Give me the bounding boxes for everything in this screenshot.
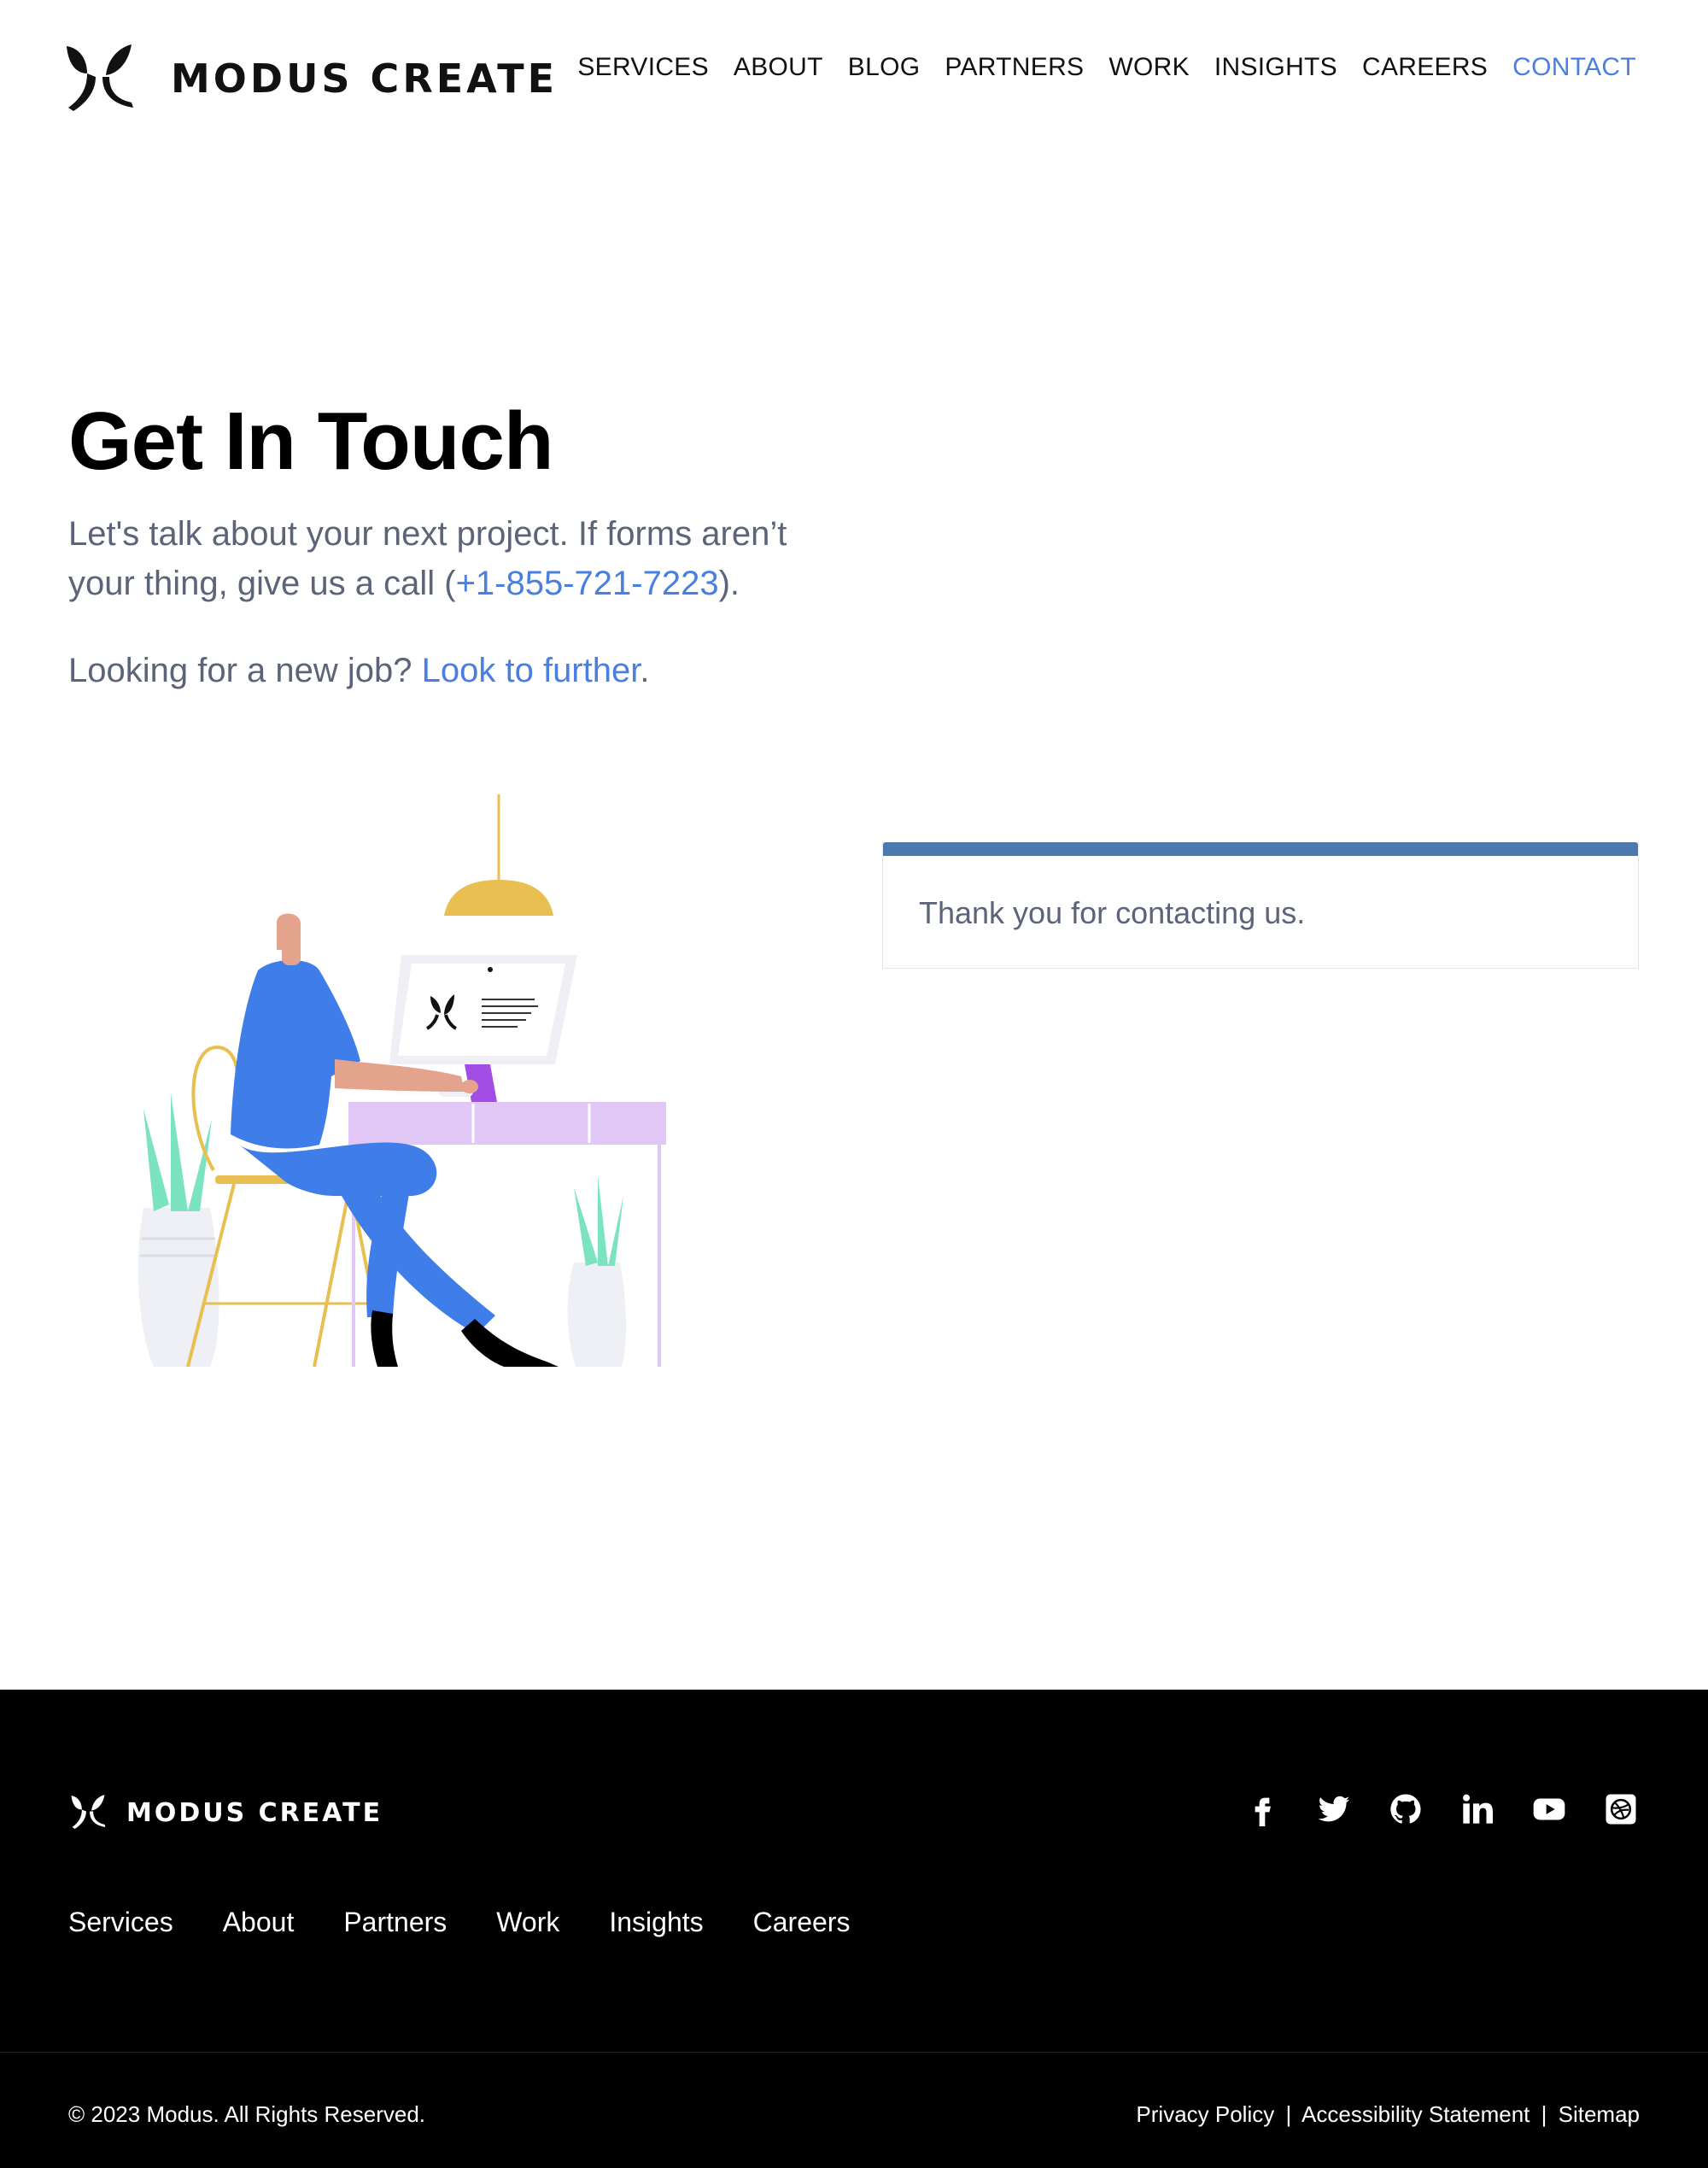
phone-link[interactable]: +1-855-721-7223 (456, 565, 719, 602)
footer-divider (0, 2052, 1708, 2053)
footer-brand-name: MODUS CREATE (126, 1798, 383, 1828)
brand-logo-link[interactable]: MODUS CREATE (61, 39, 558, 117)
person-at-desk-illustration (137, 794, 683, 1368)
footer-nav-services[interactable]: Services (68, 1907, 173, 1938)
linkedin-icon[interactable] (1459, 1790, 1496, 1828)
modus-logo-icon (61, 39, 137, 117)
nav-contact[interactable]: CONTACT (1512, 53, 1636, 82)
nav-blog[interactable]: BLOG (848, 53, 921, 82)
footer-nav-insights[interactable]: Insights (609, 1907, 703, 1938)
footer-nav-about[interactable]: About (223, 1907, 295, 1938)
main-nav: SERVICES ABOUT BLOG PARTNERS WORK INSIGH… (553, 53, 1636, 82)
nav-partners[interactable]: PARTNERS (945, 53, 1084, 82)
thank-you-card: Thank you for contacting us. (882, 842, 1639, 969)
youtube-icon[interactable] (1530, 1790, 1568, 1828)
site-header: MODUS CREATE SERVICES ABOUT BLOG PARTNER… (0, 0, 1708, 145)
modus-logo-icon (68, 1792, 108, 1834)
thank-you-message: Thank you for contacting us. (919, 895, 1306, 930)
intro-text-after: ). (718, 565, 740, 602)
careers-text-before: Looking for a new job? (68, 652, 422, 689)
legal-links: Privacy Policy | Accessibility Statement… (1136, 2101, 1640, 2128)
sitemap-link[interactable]: Sitemap (1559, 2101, 1640, 2127)
facebook-icon[interactable] (1243, 1790, 1281, 1828)
careers-link[interactable]: Look to further (422, 652, 640, 689)
site-footer: MODUS CREATE Services About Partners Wor… (0, 1690, 1708, 2168)
privacy-policy-link[interactable]: Privacy Policy (1136, 2101, 1274, 2127)
card-accent-bar (883, 842, 1638, 856)
intro-text: Let's talk about your next project. If f… (68, 509, 854, 608)
nav-insights[interactable]: INSIGHTS (1214, 53, 1337, 82)
footer-nav-careers[interactable]: Careers (753, 1907, 851, 1938)
nav-about[interactable]: ABOUT (734, 53, 823, 82)
accessibility-statement-link[interactable]: Accessibility Statement (1301, 2101, 1530, 2127)
twitter-icon[interactable] (1315, 1790, 1353, 1828)
nav-services[interactable]: SERVICES (577, 53, 709, 82)
nav-work[interactable]: WORK (1108, 53, 1190, 82)
nav-careers[interactable]: CAREERS (1362, 53, 1488, 82)
careers-text: Looking for a new job? Look to further. (68, 646, 649, 695)
footer-brand-logo-link[interactable]: MODUS CREATE (68, 1792, 383, 1834)
github-icon[interactable] (1387, 1790, 1424, 1828)
dribbble-icon[interactable] (1602, 1790, 1640, 1828)
footer-nav: Services About Partners Work Insights Ca… (68, 1907, 899, 1938)
social-links (1243, 1790, 1640, 1828)
legal-separator: | (1285, 2101, 1292, 2127)
footer-nav-work[interactable]: Work (496, 1907, 559, 1938)
brand-name: MODUS CREATE (171, 55, 558, 102)
footer-nav-partners[interactable]: Partners (343, 1907, 447, 1938)
copyright-text: © 2023 Modus. All Rights Reserved. (68, 2101, 426, 2127)
page-title: Get In Touch (68, 396, 554, 487)
careers-text-after: . (640, 652, 650, 689)
legal-separator: | (1541, 2101, 1547, 2127)
